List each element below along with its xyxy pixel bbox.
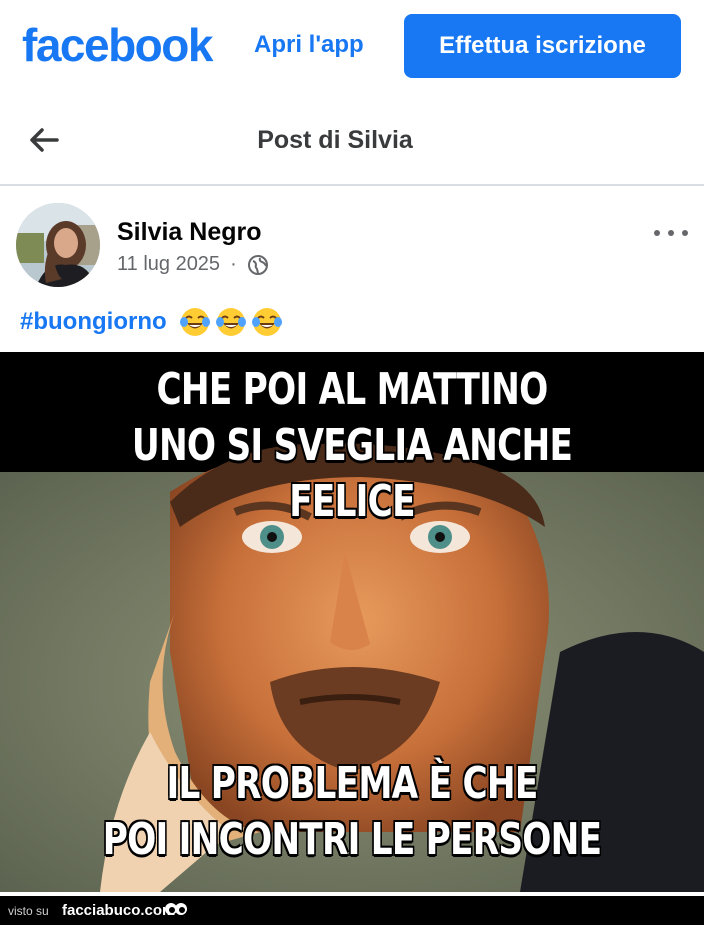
avatar[interactable] [16,203,100,287]
post-meta: 11 lug 2025 · [117,253,269,276]
post-text: #buongiorno [20,306,283,338]
hashtag-link[interactable]: #buongiorno [20,308,167,336]
meme-caption-bottom-line-1: IL PROBLEMA È CHE [166,758,539,809]
meme-caption-bottom-line-2: POI INCONTRI LE PERSONE [102,814,602,865]
meme-caption-top-line-1: CHE POI AL MATTINO [156,364,548,415]
emoji-row [175,306,283,338]
open-app-link[interactable]: Apri l'app [254,31,364,59]
post-date[interactable]: 11 lug 2025 [117,253,220,276]
meme-caption-top: CHE POI AL MATTINO UNO SI SVEGLIA ANCHE … [77,362,626,530]
watermark-footer: visto su facciabuco.com [0,896,704,925]
tears-of-joy-emoji-icon [251,308,282,336]
top-bar: facebook Apri l'app Effettua iscrizione [0,0,704,96]
post-image[interactable]: CHE POI AL MATTINO UNO SI SVEGLIA ANCHE … [0,352,704,892]
meme-caption-bottom: IL PROBLEMA È CHE POI INCONTRI LE PERSON… [77,756,626,868]
page-title: Post di Silvia [257,126,413,154]
meta-separator: · [230,253,237,275]
eyes-icon [165,903,187,915]
watermark-label: visto su [8,904,49,918]
watermark-site: facciabuco.com [62,902,176,919]
avatar-image [16,203,100,287]
more-horizontal-icon [654,230,660,236]
author-name[interactable]: Silvia Negro [117,218,262,247]
meme-caption-top-line-2: UNO SI SVEGLIA ANCHE FELICE [131,420,573,527]
more-options-button[interactable] [654,226,688,240]
signup-button[interactable]: Effettua iscrizione [404,14,681,78]
post-header: Silvia Negro 11 lug 2025 · [0,186,704,296]
facebook-logo[interactable]: facebook [22,18,213,72]
post-nav-bar: Post di Silvia [0,96,704,186]
tears-of-joy-emoji-icon [179,308,210,336]
globe-icon [247,254,268,275]
tears-of-joy-emoji-icon [215,308,246,336]
